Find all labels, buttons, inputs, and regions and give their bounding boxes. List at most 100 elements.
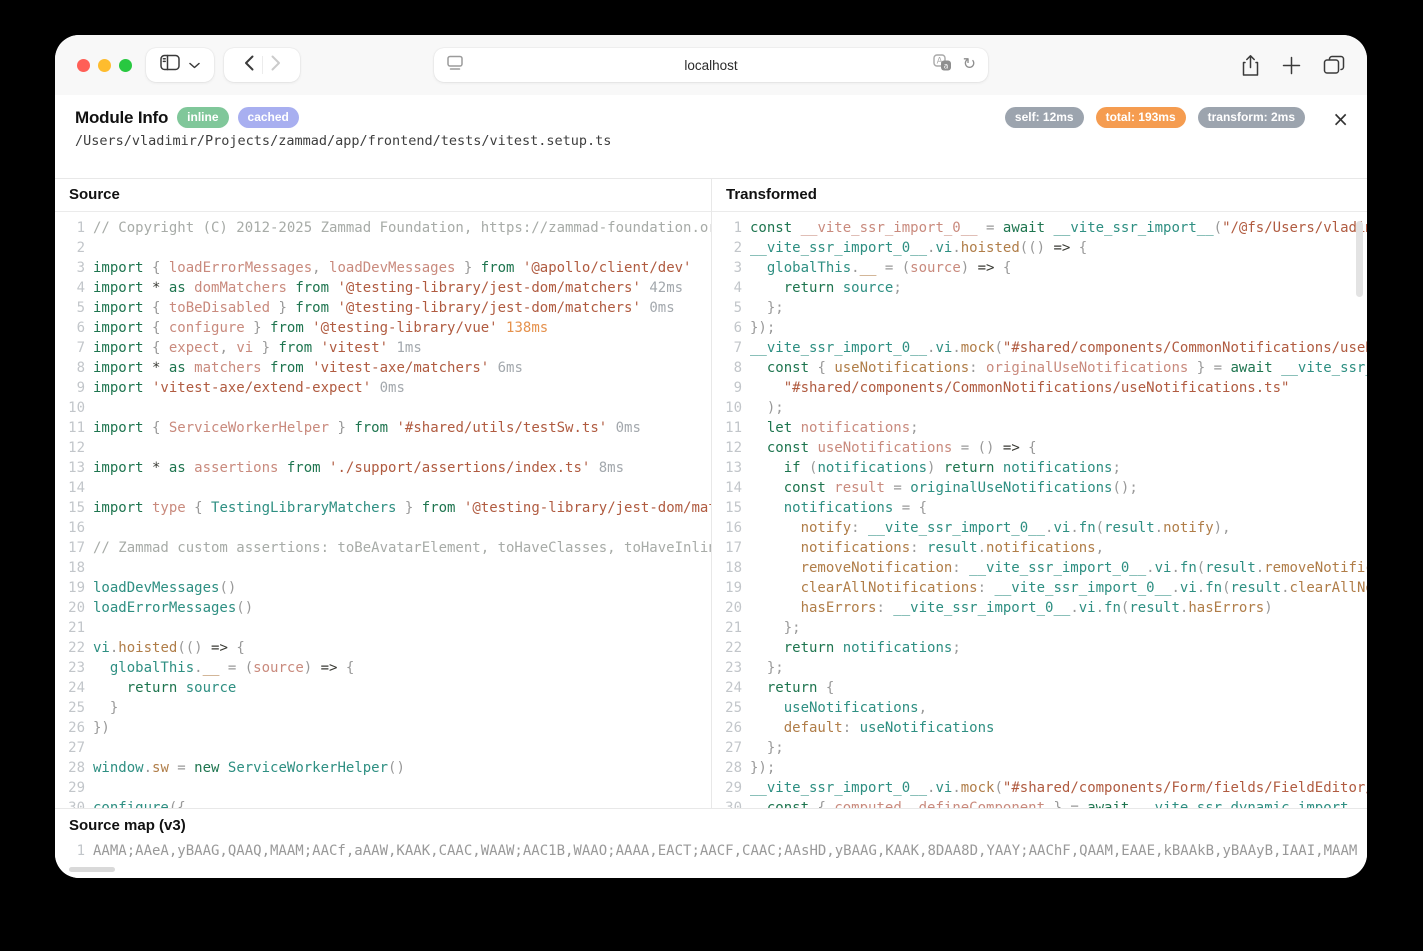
close-window-button[interactable] <box>77 59 90 72</box>
badge-transform-time: transform: 2ms <box>1198 107 1305 128</box>
line-number: 13 <box>59 458 93 478</box>
line-number: 30 <box>59 798 93 808</box>
line-number: 12 <box>59 438 93 458</box>
zoom-window-button[interactable] <box>119 59 132 72</box>
code-line: 12 const useNotifications = () => { <box>716 438 1367 458</box>
share-icon[interactable] <box>1241 54 1260 77</box>
line-number: 4 <box>59 278 93 298</box>
line-number: 6 <box>59 318 93 338</box>
code-line: 13import * as assertions from './support… <box>59 458 711 478</box>
badge-inline: inline <box>177 107 228 128</box>
svg-text:a: a <box>943 61 948 70</box>
nav-divider <box>262 56 263 74</box>
code-line: 14 const result = originalUseNotificatio… <box>716 478 1367 498</box>
line-number: 22 <box>59 638 93 658</box>
code-line: 1const __vite_ssr_import_0__ = await __v… <box>716 218 1367 238</box>
code-line: 3import { loadErrorMessages, loadDevMess… <box>59 258 711 278</box>
code-line: 16 notify: __vite_ssr_import_0__.vi.fn(r… <box>716 518 1367 538</box>
line-number: 1 <box>59 218 93 238</box>
code-line: 8import * as matchers from 'vitest-axe/m… <box>59 358 711 378</box>
code-line: 7import { expect, vi } from 'vitest' 1ms <box>59 338 711 358</box>
code-line: 17// Zammad custom assertions: toBeAvata… <box>59 538 711 558</box>
vertical-scrollbar-thumb[interactable] <box>1356 221 1363 297</box>
line-number: 20 <box>59 598 93 618</box>
badge-cached: cached <box>238 107 299 128</box>
code-line: 8 const { useNotifications: originalUseN… <box>716 358 1367 378</box>
module-file-path: /Users/vladimir/Projects/zammad/app/fron… <box>75 133 1347 149</box>
code-line: 3 globalThis.__ = (source) => { <box>716 258 1367 278</box>
line-number: 12 <box>716 438 750 458</box>
code-line: 30configure({ <box>59 798 711 808</box>
transformed-panel: Transformed 1const __vite_ssr_import_0__… <box>711 179 1367 808</box>
new-tab-icon[interactable] <box>1282 56 1301 75</box>
code-line: 22vi.hoisted(() => { <box>59 638 711 658</box>
line-number: 26 <box>716 718 750 738</box>
source-code[interactable]: 1// Copyright (C) 2012-2025 Zammad Found… <box>55 212 711 808</box>
line-number: 10 <box>716 398 750 418</box>
code-line: 15import type { TestingLibraryMatchers }… <box>59 498 711 518</box>
line-number: 15 <box>59 498 93 518</box>
module-info-header: Module Info inline cached self: 12ms tot… <box>55 95 1367 178</box>
code-line: 25 } <box>59 698 711 718</box>
line-number: 8 <box>59 358 93 378</box>
sidebar-toggle-button[interactable] <box>146 48 214 82</box>
line-number: 20 <box>716 598 750 618</box>
code-line: 1// Copyright (C) 2012-2025 Zammad Found… <box>59 218 711 238</box>
code-line: 4import * as domMatchers from '@testing-… <box>59 278 711 298</box>
line-number: 8 <box>716 358 750 378</box>
screenshot-canvas: { "colors": { "traffic": { "red": "#FF5F… <box>0 0 1423 951</box>
line-number: 5 <box>716 298 750 318</box>
line-number: 6 <box>716 318 750 338</box>
line-number: 24 <box>716 678 750 698</box>
tab-overview-icon[interactable] <box>1323 55 1345 75</box>
code-line: 11import { ServiceWorkerHelper } from '#… <box>59 418 711 438</box>
line-number: 21 <box>716 618 750 638</box>
line-number: 17 <box>716 538 750 558</box>
toolbar-right-buttons <box>1241 54 1345 77</box>
line-number: 24 <box>59 678 93 698</box>
line-number: 3 <box>716 258 750 278</box>
source-panel-title: Source <box>55 179 711 212</box>
line-number: 29 <box>716 778 750 798</box>
forward-button[interactable] <box>271 55 281 76</box>
line-number: 7 <box>716 338 750 358</box>
line-number: 9 <box>59 378 93 398</box>
back-button[interactable] <box>244 55 254 76</box>
code-line: 2 <box>59 238 711 258</box>
page-format-icon[interactable] <box>446 55 464 76</box>
url-text[interactable]: localhost <box>434 58 988 73</box>
code-line: 10 <box>59 398 711 418</box>
code-line: 25 useNotifications, <box>716 698 1367 718</box>
transformed-code[interactable]: 1const __vite_ssr_import_0__ = await __v… <box>712 212 1367 808</box>
line-number: 14 <box>59 478 93 498</box>
line-number: 28 <box>59 758 93 778</box>
code-line: 6}); <box>716 318 1367 338</box>
code-line: 21 <box>59 618 711 638</box>
close-icon[interactable]: × <box>1332 109 1349 129</box>
code-line: 19loadDevMessages() <box>59 578 711 598</box>
code-line: 4 return source; <box>716 278 1367 298</box>
line-number: 22 <box>716 638 750 658</box>
code-line: 16 <box>59 518 711 538</box>
minimize-window-button[interactable] <box>98 59 111 72</box>
code-line: 20loadErrorMessages() <box>59 598 711 618</box>
horizontal-scrollbar-thumb[interactable] <box>69 867 115 872</box>
code-line: 23 }; <box>716 658 1367 678</box>
line-number: 1 <box>716 218 750 238</box>
code-line: 6import { configure } from '@testing-lib… <box>59 318 711 338</box>
translate-icon[interactable]: A a <box>933 54 952 76</box>
reload-icon[interactable]: ↻ <box>963 57 976 73</box>
line-number: 11 <box>716 418 750 438</box>
line-number: 2 <box>59 238 93 258</box>
source-panel: Source 1// Copyright (C) 2012-2025 Zamma… <box>55 179 711 808</box>
code-line: 22 return notifications; <box>716 638 1367 658</box>
address-bar[interactable]: localhost A a ↻ <box>434 48 988 82</box>
code-line: 21 }; <box>716 618 1367 638</box>
line-number: 30 <box>716 798 750 808</box>
code-line: 11 let notifications; <box>716 418 1367 438</box>
code-line: 24 return source <box>59 678 711 698</box>
line-number: 3 <box>59 258 93 278</box>
code-line: 14 <box>59 478 711 498</box>
line-number: 18 <box>716 558 750 578</box>
code-line: 9import 'vitest-axe/extend-expect' 0ms <box>59 378 711 398</box>
